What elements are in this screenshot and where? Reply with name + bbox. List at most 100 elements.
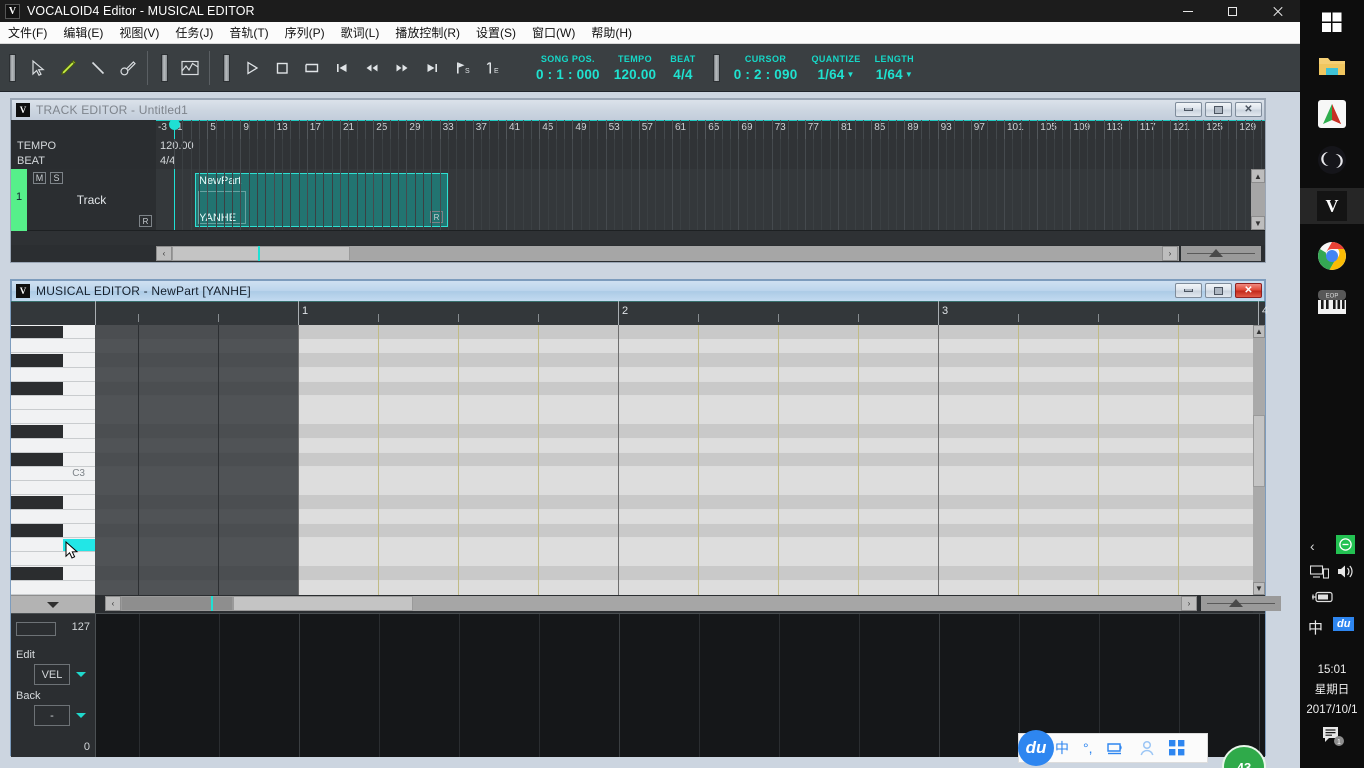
track-editor-ruler[interactable]: -315913172125293337414549535761656973778… bbox=[156, 120, 1265, 139]
musical-editor-minimize-button[interactable] bbox=[1175, 283, 1202, 298]
google-chrome-icon[interactable] bbox=[1314, 238, 1350, 274]
menu-playback[interactable]: 播放控制(R) bbox=[387, 22, 468, 43]
piano-key[interactable] bbox=[11, 580, 95, 595]
chevron-down-icon[interactable]: ▼ bbox=[847, 70, 855, 79]
length-select[interactable]: LENGTH 1/64 ▼ bbox=[868, 48, 921, 88]
note-grid-vscrollbar[interactable]: ▲ ▼ bbox=[1253, 325, 1265, 595]
stop-button[interactable] bbox=[267, 53, 297, 83]
piano-key[interactable] bbox=[11, 552, 95, 567]
control-edit-chevron-down-icon[interactable] bbox=[76, 672, 86, 677]
everyone-piano-icon[interactable]: EOP bbox=[1314, 284, 1350, 320]
note-vscroll-thumb[interactable] bbox=[1253, 415, 1265, 487]
rewind-to-start-button[interactable] bbox=[327, 53, 357, 83]
quantize-select[interactable]: QUANTIZE 1/64 ▼ bbox=[804, 48, 867, 88]
forward-to-end-button[interactable] bbox=[417, 53, 447, 83]
piano-keyboard[interactable]: C3 bbox=[11, 325, 95, 595]
menu-help[interactable]: 帮助(H) bbox=[583, 22, 640, 43]
track-name[interactable]: Track bbox=[27, 169, 156, 231]
keyboard-expand-button[interactable] bbox=[11, 595, 95, 613]
menu-edit[interactable]: 编辑(E) bbox=[55, 22, 111, 43]
rewind-button[interactable] bbox=[357, 53, 387, 83]
piano-key[interactable] bbox=[11, 396, 95, 411]
fast-forward-button[interactable] bbox=[387, 53, 417, 83]
toolbar-grip-3[interactable] bbox=[223, 53, 230, 82]
menu-track[interactable]: 音轨(T) bbox=[221, 22, 276, 43]
tempo-lane[interactable]: 120.00 bbox=[156, 139, 1265, 154]
ime-keyboard-icon[interactable] bbox=[1106, 740, 1125, 756]
vocaloid-editor-icon[interactable]: V bbox=[1300, 188, 1364, 224]
ime-mode-chinese[interactable]: 中 bbox=[1055, 738, 1069, 758]
piano-key-black[interactable] bbox=[11, 325, 63, 339]
toolbar-grip-1[interactable] bbox=[9, 53, 16, 82]
note-grid[interactable] bbox=[95, 325, 1253, 595]
line-tool-icon[interactable] bbox=[83, 53, 113, 83]
wechat-tray-icon[interactable] bbox=[1336, 535, 1355, 554]
track-playhead[interactable] bbox=[169, 120, 180, 139]
piano-key-black[interactable] bbox=[11, 524, 63, 537]
piano-key[interactable] bbox=[11, 367, 95, 382]
obs-studio-icon[interactable] bbox=[1314, 142, 1350, 178]
track-editor-maximize-button[interactable] bbox=[1205, 102, 1232, 117]
baidu-ime-icon[interactable]: du bbox=[1333, 617, 1355, 631]
menu-settings[interactable]: 设置(S) bbox=[468, 22, 524, 43]
piano-key-black[interactable] bbox=[11, 495, 63, 509]
piano-key-black[interactable] bbox=[11, 353, 63, 367]
pointer-tool-icon[interactable] bbox=[23, 53, 53, 83]
piano-key[interactable] bbox=[11, 509, 95, 524]
control-back-select[interactable]: - bbox=[34, 705, 70, 726]
windows-start-icon[interactable] bbox=[1314, 4, 1350, 40]
musical-editor-titlebar[interactable]: V MUSICAL EDITOR - NewPart [YANHE] ✕ bbox=[11, 280, 1265, 301]
loop-start-button[interactable]: S bbox=[447, 53, 477, 83]
play-button[interactable] bbox=[237, 53, 267, 83]
app-maximize-button[interactable] bbox=[1210, 0, 1255, 22]
menu-file[interactable]: 文件(F) bbox=[0, 22, 55, 43]
note-hscrollbar[interactable] bbox=[121, 596, 1181, 611]
battery-tray-icon[interactable] bbox=[1310, 590, 1336, 604]
track-vscrollbar[interactable] bbox=[1251, 183, 1265, 216]
track-editor-titlebar[interactable]: V TRACK EDITOR - Untitled1 ✕ bbox=[11, 99, 1265, 120]
control-edit-select[interactable]: VEL bbox=[34, 664, 70, 685]
musical-editor-maximize-button[interactable] bbox=[1205, 283, 1232, 298]
musical-editor-close-button[interactable]: ✕ bbox=[1235, 283, 1262, 298]
track-editor-minimize-button[interactable] bbox=[1175, 102, 1202, 117]
menu-lyrics[interactable]: 歌词(L) bbox=[333, 22, 388, 43]
track-hscroll-left-arrow[interactable]: ‹ bbox=[156, 246, 172, 261]
ime-punctuation[interactable]: °, bbox=[1083, 740, 1093, 756]
media-app-icon[interactable] bbox=[1314, 96, 1350, 132]
track-vscroll-down-arrow[interactable]: ▼ bbox=[1251, 216, 1265, 230]
toolbar-grip-2[interactable] bbox=[161, 53, 168, 82]
menu-sequence[interactable]: 序列(P) bbox=[277, 22, 333, 43]
menu-job[interactable]: 任务(J) bbox=[167, 22, 221, 43]
piano-key[interactable] bbox=[11, 410, 95, 425]
eraser-tool-icon[interactable] bbox=[113, 53, 143, 83]
network-tray-icon[interactable] bbox=[1310, 565, 1329, 580]
toolbar-grip-4[interactable] bbox=[712, 53, 720, 82]
track-editor-close-button[interactable]: ✕ bbox=[1235, 102, 1262, 117]
app-minimize-button[interactable] bbox=[1165, 0, 1210, 22]
tempo-row[interactable]: TEMPO bbox=[11, 139, 156, 154]
pencil-tool-icon[interactable] bbox=[53, 53, 83, 83]
piano-key-black[interactable] bbox=[11, 382, 63, 395]
app-close-button[interactable] bbox=[1255, 0, 1300, 22]
note-vscroll-down-arrow[interactable]: ▼ bbox=[1253, 582, 1265, 595]
note-hscroll-right-arrow[interactable]: › bbox=[1181, 596, 1197, 611]
ime-apps-icon[interactable] bbox=[1168, 740, 1185, 756]
note-vscroll-up-arrow[interactable]: ▲ bbox=[1253, 325, 1265, 338]
ime-chinese-icon[interactable]: 中 bbox=[1308, 617, 1323, 638]
tray-expand-button[interactable]: ‹ bbox=[1310, 538, 1315, 554]
piano-key[interactable] bbox=[11, 438, 95, 453]
baidu-ime-logo[interactable]: du bbox=[1018, 730, 1054, 766]
loop-button[interactable] bbox=[297, 53, 327, 83]
track-hscroll-right-arrow[interactable]: › bbox=[1162, 246, 1178, 261]
loop-end-button[interactable]: E bbox=[477, 53, 507, 83]
musical-editor-ruler[interactable]: 1 2 3 4 bbox=[11, 301, 1268, 325]
note-hscroll-thumb-left[interactable] bbox=[121, 596, 233, 611]
beat-row[interactable]: BEAT bbox=[11, 154, 156, 169]
chevron-down-icon[interactable]: ▼ bbox=[905, 70, 913, 79]
menu-window[interactable]: 窗口(W) bbox=[524, 22, 583, 43]
note-hscroll-left-arrow[interactable]: ‹ bbox=[105, 596, 121, 611]
piano-key[interactable] bbox=[11, 339, 95, 354]
track-zoom-slider[interactable] bbox=[1181, 246, 1261, 261]
track-hscroll-thumb[interactable] bbox=[172, 246, 350, 261]
beat-lane[interactable]: 4/4 bbox=[156, 154, 1265, 169]
